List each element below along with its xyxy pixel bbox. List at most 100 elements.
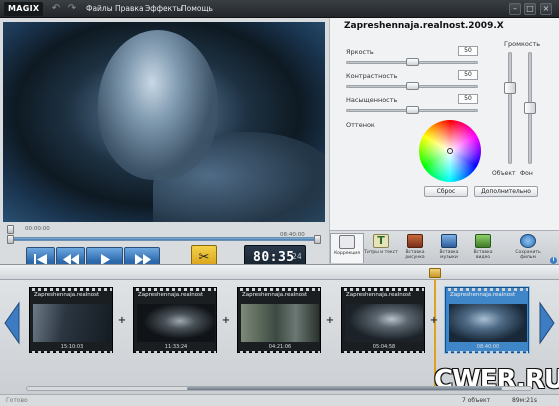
- tab-insert-image-label: Вставка рисунка: [405, 250, 425, 260]
- film-sprockets: [240, 351, 320, 354]
- brightness-thumb[interactable]: [406, 58, 419, 66]
- object-label: Объект: [492, 170, 516, 177]
- save-movie-icon: [520, 234, 536, 248]
- clip-duration: 11:33:24: [164, 344, 188, 350]
- hue-color-wheel[interactable]: [419, 120, 481, 182]
- undo-icon[interactable]: ↶: [50, 3, 62, 15]
- minimize-button[interactable]: –: [509, 3, 521, 15]
- clip-5[interactable]: Zapreshennaja.realnost 08:40:00: [445, 287, 529, 354]
- clip-thumbnail: [449, 304, 527, 342]
- clip-duration: 05:04:58: [372, 344, 396, 350]
- scissors-icon: ✂: [198, 250, 210, 265]
- object-volume-thumb[interactable]: [504, 82, 516, 94]
- tabs-info-icon[interactable]: i: [550, 257, 557, 264]
- clip-title: Zapreshennaja.realnost.2009.X: [344, 21, 504, 31]
- status-bar: Готово 7 объект 89м:21s: [0, 394, 559, 406]
- tab-insert-video[interactable]: Вставка видео: [466, 233, 500, 263]
- film-sprockets: [344, 351, 424, 354]
- tab-titles[interactable]: T Титры и текст: [364, 233, 398, 263]
- menu-edit[interactable]: Правка: [115, 3, 144, 15]
- contrast-value[interactable]: 50: [458, 70, 478, 80]
- scrub-track[interactable]: [11, 237, 316, 241]
- status-duration: 89м:21s: [512, 397, 537, 404]
- clip-title: Zapreshennaja.realnost: [138, 292, 204, 298]
- reset-button[interactable]: Сброс: [424, 186, 468, 197]
- timecode-main: 80:35: [253, 250, 295, 265]
- clip-thumbnail: [33, 304, 111, 342]
- arrow-left-icon: [4, 301, 20, 345]
- title-icon: T: [373, 234, 389, 248]
- timecode-frames: 24: [292, 252, 302, 261]
- brightness-label: Яркость: [346, 48, 374, 56]
- storyboard-scrollbar-thumb[interactable]: [187, 387, 502, 390]
- storyboard: Zapreshennaja.realnost 15:10:03 + Zapres…: [0, 264, 559, 406]
- menu-effects[interactable]: Эффекты: [145, 3, 183, 15]
- storyboard-scroll-right[interactable]: [538, 301, 556, 345]
- tab-insert-image[interactable]: Вставка рисунка: [398, 233, 432, 263]
- arrow-right-icon: [539, 301, 555, 345]
- tab-correction-label: Коррекция: [334, 251, 360, 256]
- clip-title: Zapreshennaja.realnost: [34, 292, 100, 298]
- clip-duration: 15:10:03: [60, 344, 84, 350]
- tab-insert-video-label: Вставка видео: [473, 250, 493, 260]
- clip-2[interactable]: Zapreshennaja.realnost 11:33:24: [133, 287, 217, 354]
- film-sprockets: [448, 351, 528, 354]
- add-transition-button[interactable]: +: [117, 316, 127, 326]
- tab-save-movie-label: Сохранить фильм: [515, 250, 541, 260]
- saturation-thumb[interactable]: [406, 106, 419, 114]
- background-volume-thumb[interactable]: [524, 102, 536, 114]
- advanced-button[interactable]: Дополнительно: [474, 186, 538, 197]
- saturation-value[interactable]: 50: [458, 94, 478, 104]
- insert-music-icon: [441, 234, 457, 248]
- clip-3[interactable]: Zapreshennaja.realnost 04:21:06: [237, 287, 321, 354]
- status-object-count: 7 объект: [462, 397, 491, 404]
- brightness-value[interactable]: 50: [458, 46, 478, 56]
- background-label: Фон: [520, 170, 533, 177]
- properties-panel: Zapreshennaja.realnost.2009.X Яркость 50…: [329, 18, 559, 230]
- tab-strip: Коррекция T Титры и текст Вставка рисунк…: [329, 230, 559, 264]
- clip-thumbnail: [345, 304, 423, 342]
- volume-label: Громкость: [504, 40, 541, 48]
- storyboard-scroll-left[interactable]: [3, 301, 21, 345]
- sliders-icon: [339, 235, 355, 249]
- maximize-button[interactable]: □: [524, 3, 536, 15]
- tab-insert-music-label: Вставка музыки: [439, 250, 459, 260]
- contrast-thumb[interactable]: [406, 82, 419, 90]
- hue-label: Оттенок: [346, 121, 375, 129]
- video-frame-face: [98, 30, 218, 180]
- tab-save-movie[interactable]: Сохранить фильм: [508, 233, 548, 263]
- hue-picker-dot[interactable]: [447, 148, 453, 154]
- menu-help[interactable]: Помощь: [181, 3, 213, 15]
- storyboard-scrollbar[interactable]: [26, 386, 532, 391]
- redo-icon[interactable]: ↷: [66, 3, 78, 15]
- clip-title: Zapreshennaja.realnost: [346, 292, 412, 298]
- menu-file[interactable]: Файлы: [86, 3, 113, 15]
- insert-image-icon: [407, 234, 423, 248]
- menu-bar: MAGIX ↶ ↷ Файлы Правка Эффекты Помощь – …: [0, 0, 559, 18]
- video-preview[interactable]: [3, 22, 325, 222]
- clip-thumbnail: [241, 304, 319, 342]
- clip-title: Zapreshennaja.realnost: [242, 292, 308, 298]
- clip-1[interactable]: Zapreshennaja.realnost 15:10:03: [29, 287, 113, 354]
- close-button[interactable]: ×: [540, 3, 552, 15]
- tab-correction[interactable]: Коррекция: [330, 233, 364, 263]
- status-ready: Готово: [6, 397, 28, 404]
- clip-4[interactable]: Zapreshennaja.realnost 05:04:58: [341, 287, 425, 354]
- film-sprockets: [136, 351, 216, 354]
- clip-duration: 04:21:06: [268, 344, 292, 350]
- in-point-handle[interactable]: [7, 225, 14, 234]
- contrast-label: Контрастность: [346, 72, 398, 80]
- object-volume-slider[interactable]: [508, 52, 512, 164]
- player-panel: 00:00:00 08:40:00 ✂ 80:35 24 мин сек кад…: [0, 18, 329, 276]
- add-transition-button[interactable]: +: [325, 316, 335, 326]
- storyboard-playhead-marker[interactable]: [429, 268, 441, 278]
- tab-insert-music[interactable]: Вставка музыки: [432, 233, 466, 263]
- add-transition-button[interactable]: +: [429, 316, 439, 326]
- add-transition-button[interactable]: +: [221, 316, 231, 326]
- tab-titles-label: Титры и текст: [364, 250, 398, 255]
- insert-video-icon: [475, 234, 491, 248]
- storyboard-ruler[interactable]: [0, 265, 559, 280]
- start-time: 00:00:00: [25, 226, 50, 232]
- saturation-label: Насыщенность: [346, 96, 398, 104]
- clip-duration: 08:40:00: [476, 344, 500, 350]
